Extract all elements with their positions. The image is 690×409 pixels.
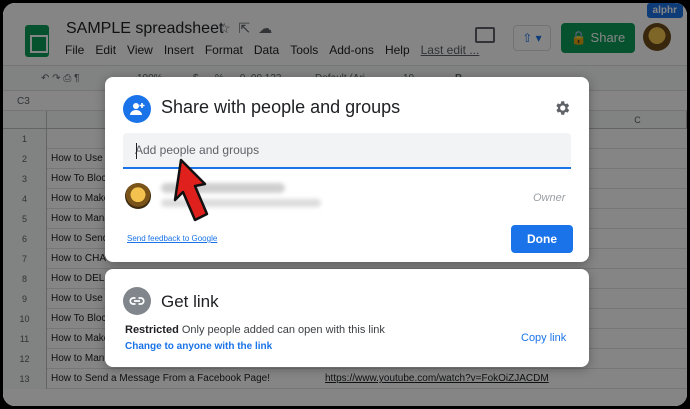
- access-description: Restricted Only people added can open wi…: [125, 324, 385, 336]
- share-dialog-title: Share with people and groups: [161, 97, 401, 117]
- send-feedback-link[interactable]: Send feedback to Google: [127, 234, 217, 243]
- owner-role: Owner: [533, 192, 566, 204]
- change-access-link[interactable]: Change to anyone with the link: [125, 341, 272, 352]
- restricted-text: Only people added can open with this lin…: [178, 324, 385, 336]
- done-button[interactable]: Done: [511, 225, 573, 253]
- link-icon: [123, 287, 151, 315]
- get-link-title: Get link: [161, 292, 219, 311]
- person-add-icon: [123, 95, 151, 123]
- get-link-dialog: Get link Restricted Only people added ca…: [105, 269, 589, 367]
- copy-link-button[interactable]: Copy link: [521, 332, 566, 344]
- owner-avatar: [125, 183, 151, 209]
- text-caret: [136, 143, 137, 159]
- restricted-label[interactable]: Restricted: [125, 324, 179, 336]
- app-window: SAMPLE spreadsheet ☆⇱☁ File Edit View In…: [3, 3, 687, 406]
- gear-icon[interactable]: [553, 99, 571, 122]
- red-arrow-annotation: [161, 158, 221, 233]
